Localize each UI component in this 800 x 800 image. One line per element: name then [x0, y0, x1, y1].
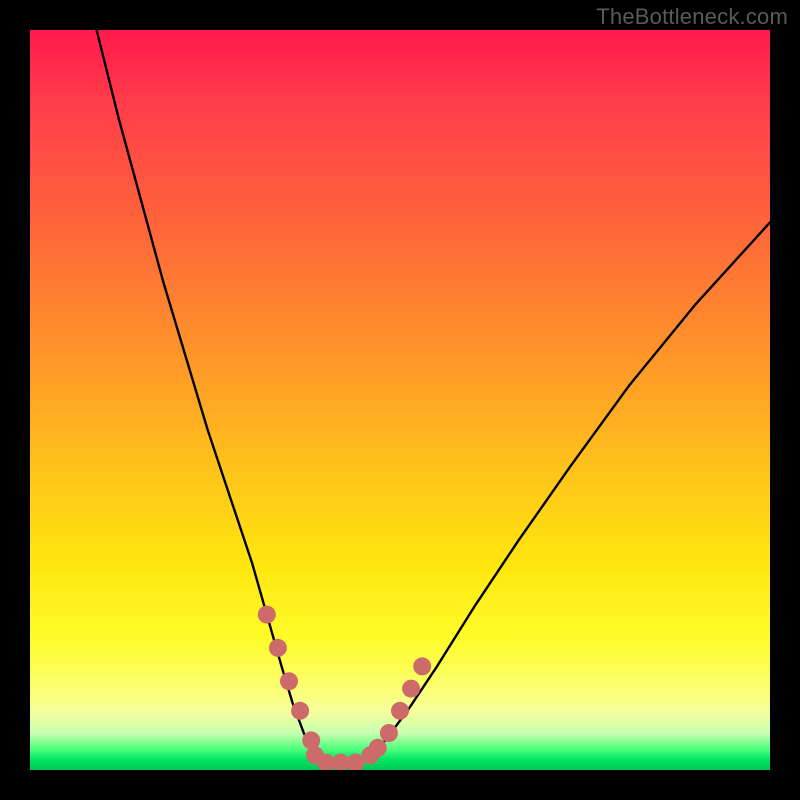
highlight-right-approach-dot: [369, 739, 387, 757]
highlight-right-approach-dot: [402, 680, 420, 698]
highlight-left-approach-dot: [258, 606, 276, 624]
highlight-left-approach-dot: [280, 672, 298, 690]
highlight-right-approach-dot: [391, 702, 409, 720]
highlight-left-approach-dot: [269, 639, 287, 657]
bottleneck-curve: [97, 30, 770, 763]
highlight-right-approach-dot: [380, 724, 398, 742]
highlight-left-approach-dot: [291, 702, 309, 720]
chart-frame: TheBottleneck.com: [0, 0, 800, 800]
plot-area: [30, 30, 770, 770]
curve-layer: [30, 30, 770, 770]
branding-watermark: TheBottleneck.com: [596, 4, 788, 30]
highlight-markers: [258, 606, 431, 770]
highlight-right-approach-dot: [413, 657, 431, 675]
